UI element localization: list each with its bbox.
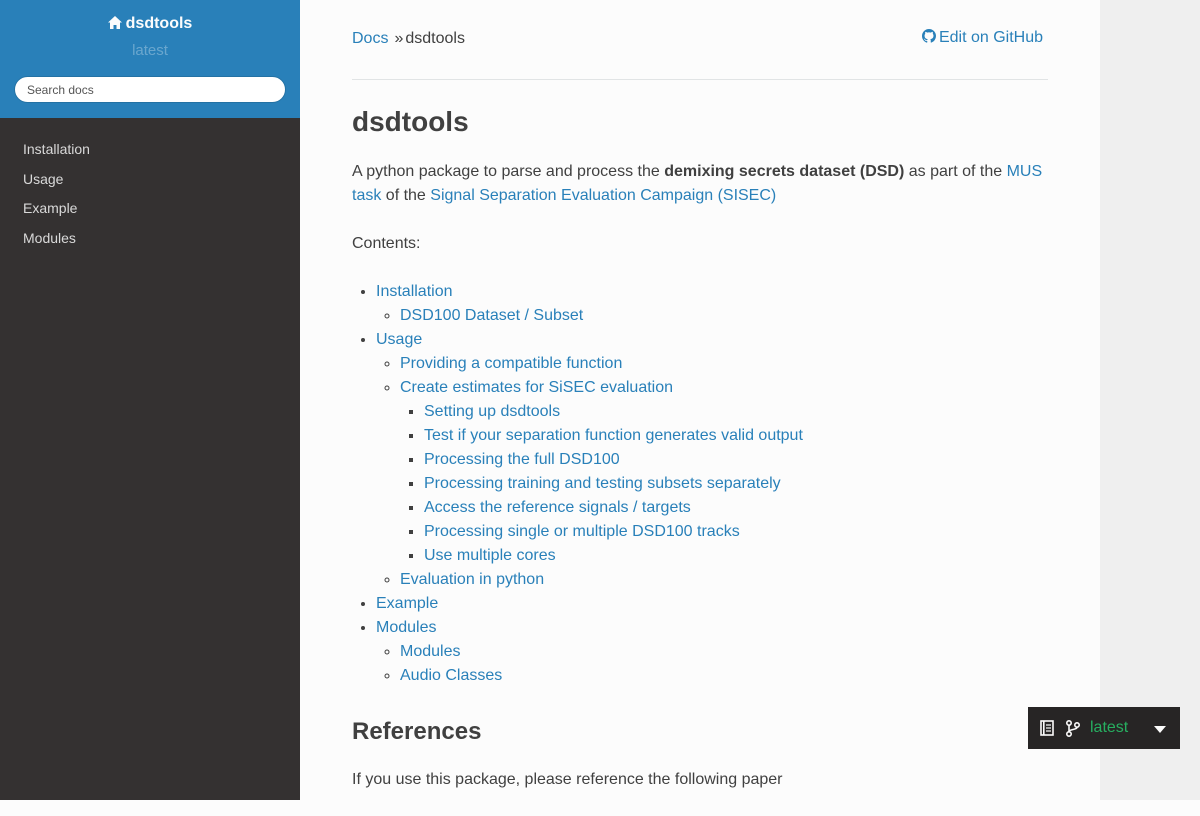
breadcrumb-separator: »	[394, 30, 404, 47]
right-gutter	[1100, 0, 1200, 800]
toc-item: Use multiple cores	[424, 544, 1052, 568]
toc-item: Setting up dsdtools	[424, 400, 1052, 424]
toc-item: Example	[376, 592, 1052, 616]
github-icon	[921, 29, 936, 43]
toc-link-processing-single[interactable]: Processing single or multiple DSD100 tra…	[424, 523, 740, 540]
toc-item: DSD100 Dataset / Subset	[400, 304, 1052, 328]
toc-link-access-reference[interactable]: Access the reference signals / targets	[424, 499, 691, 516]
toc-item: Installation DSD100 Dataset / Subset	[376, 280, 1052, 328]
intro-bold-text: demixing secrets dataset (DSD)	[664, 163, 905, 180]
toc-link-test-valid-output[interactable]: Test if your separation function generat…	[424, 427, 803, 444]
main-content: Docs» dsdtools Edit on GitHub dsdtools A …	[300, 0, 1100, 800]
toc-item: Audio Classes	[400, 664, 1052, 688]
search-input[interactable]	[14, 76, 286, 103]
toc-item: Create estimates for SiSEC evaluation Se…	[400, 376, 1052, 568]
toc-item: Modules	[400, 640, 1052, 664]
project-home-link[interactable]: dsdtools	[0, 0, 300, 33]
sidebar-item-usage[interactable]: Usage	[0, 165, 300, 195]
book-icon	[1040, 720, 1054, 736]
page-title: dsdtools	[352, 106, 469, 137]
toc-link-evaluation-python[interactable]: Evaluation in python	[400, 571, 544, 588]
breadcrumb-docs-link[interactable]: Docs	[352, 30, 388, 47]
header-divider	[352, 79, 1048, 80]
breadcrumb: Docs » dsdtools	[352, 30, 465, 48]
sidebar-header: dsdtools latest	[0, 0, 300, 118]
toc-link-setting-up[interactable]: Setting up dsdtools	[424, 403, 560, 420]
sidebar-item-installation[interactable]: Installation	[0, 135, 300, 165]
caret-down-icon	[1154, 725, 1166, 733]
sidebar-item-example[interactable]: Example	[0, 194, 300, 224]
toc-link-installation[interactable]: Installation	[376, 283, 453, 300]
project-name: dsdtools	[125, 15, 193, 32]
toc-item: Processing the full DSD100	[424, 448, 1052, 472]
toc-item: Usage Providing a compatible function Cr…	[376, 328, 1052, 592]
toc-link-providing-function[interactable]: Providing a compatible function	[400, 355, 622, 372]
intro-paragraph: A python package to parse and process th…	[352, 160, 1052, 208]
toc-link-modules[interactable]: Modules	[376, 619, 436, 636]
sidebar-version: latest	[132, 42, 168, 59]
edit-on-github-link[interactable]: Edit on GitHub	[921, 29, 1043, 47]
table-of-contents: Installation DSD100 Dataset / Subset Usa…	[352, 280, 1052, 688]
toc-item: Evaluation in python	[400, 568, 1052, 592]
toc-link-processing-training[interactable]: Processing training and testing subsets …	[424, 475, 781, 492]
toc-link-modules-sub[interactable]: Modules	[400, 643, 460, 660]
intro-text-start: A python package to parse and process th…	[352, 163, 665, 180]
toc-link-create-estimates[interactable]: Create estimates for SiSEC evaluation	[400, 379, 673, 396]
toc-item: Processing training and testing subsets …	[424, 472, 1052, 496]
references-text: If you use this package, please referenc…	[352, 771, 783, 788]
toc-link-audio-classes[interactable]: Audio Classes	[400, 667, 502, 684]
sidebar: dsdtools latest Installation Usage Examp…	[0, 0, 300, 800]
intro-text-mid: as part of the	[904, 163, 1007, 180]
toc-item: Processing single or multiple DSD100 tra…	[424, 520, 1052, 544]
toc-link-example[interactable]: Example	[376, 595, 438, 612]
home-icon	[107, 16, 122, 29]
breadcrumb-current: dsdtools	[405, 30, 465, 47]
toc-link-multiple-cores[interactable]: Use multiple cores	[424, 547, 556, 564]
contents-label: Contents:	[352, 235, 421, 252]
version-switcher[interactable]: latest	[1028, 707, 1180, 749]
intro-text-mid2: of the	[381, 187, 431, 204]
toc-link-processing-full[interactable]: Processing the full DSD100	[424, 451, 620, 468]
sisec-link[interactable]: Signal Separation Evaluation Campaign (S…	[430, 187, 776, 204]
toc-item: Access the reference signals / targets	[424, 496, 1052, 520]
current-version: latest	[1090, 719, 1129, 736]
toc-link-dsd100-dataset[interactable]: DSD100 Dataset / Subset	[400, 307, 583, 324]
references-heading: References	[352, 718, 482, 745]
toc-item: Modules Modules Audio Classes	[376, 616, 1052, 688]
toc-item: Test if your separation function generat…	[424, 424, 1052, 448]
page-body: dsdtools A python package to parse and p…	[352, 104, 1052, 816]
toc-link-usage[interactable]: Usage	[376, 331, 422, 348]
toc-item: Providing a compatible function	[400, 352, 1052, 376]
git-branch-icon	[1066, 719, 1081, 737]
sidebar-nav: Installation Usage Example Modules	[0, 118, 300, 253]
edit-on-github-label: Edit on GitHub	[938, 29, 1043, 46]
sidebar-item-modules[interactable]: Modules	[0, 224, 300, 254]
